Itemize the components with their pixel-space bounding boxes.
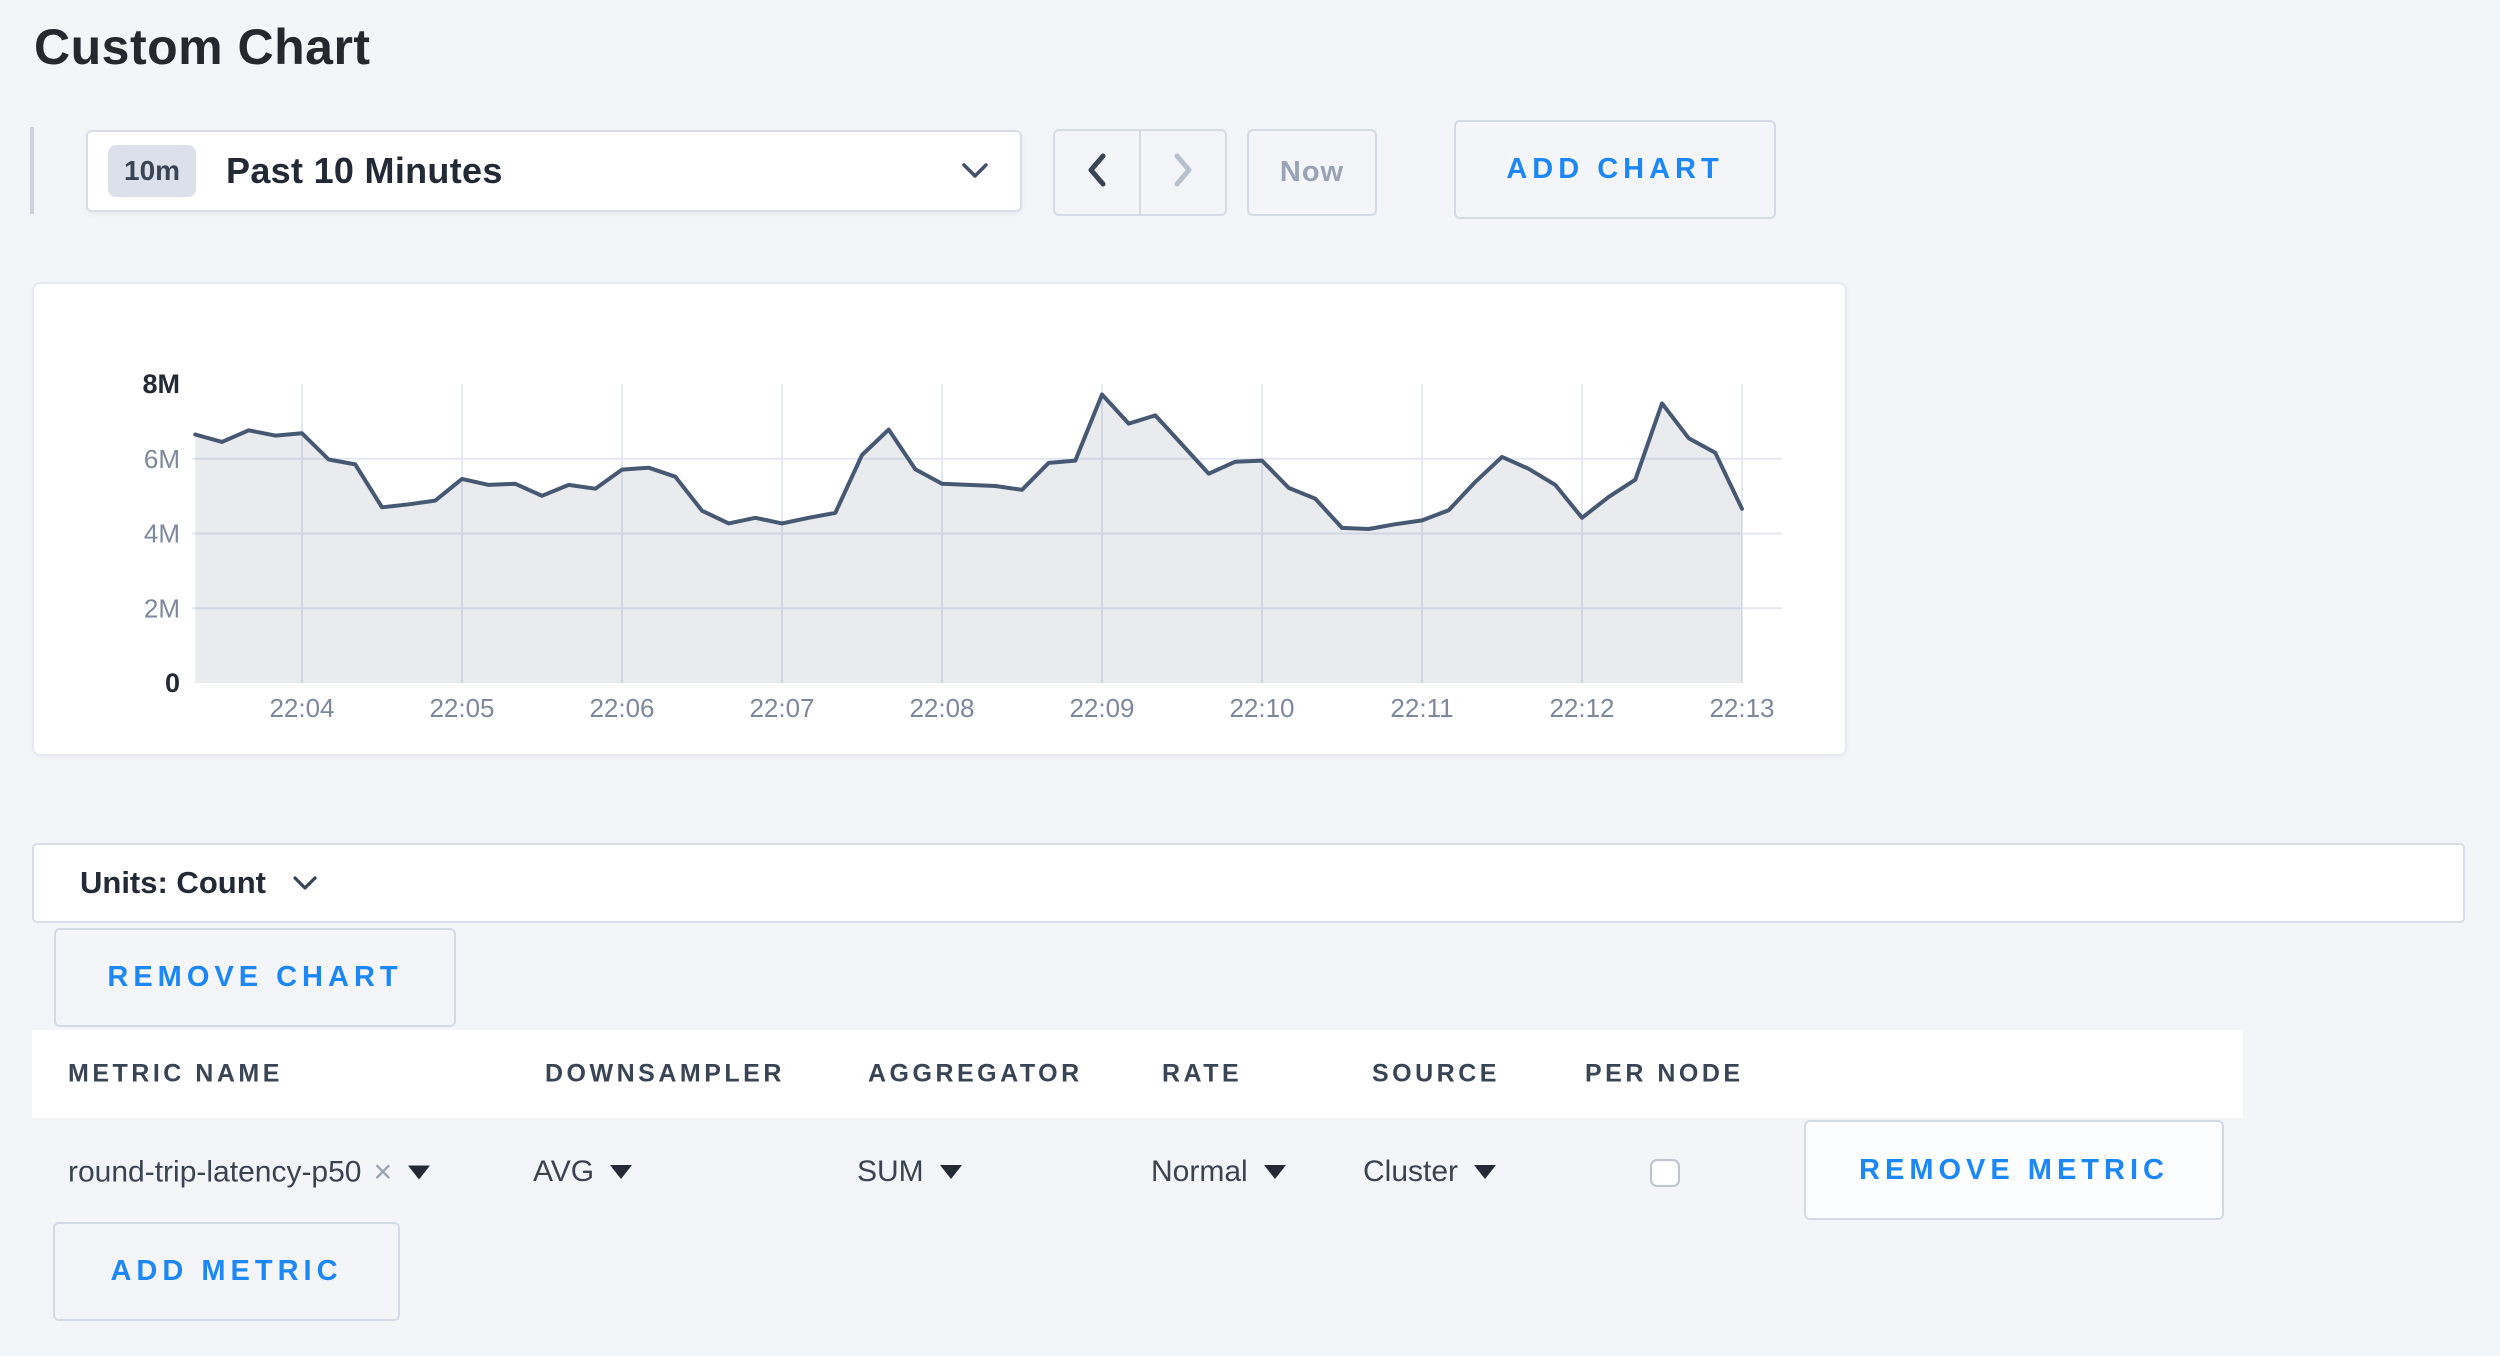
chart-group-accent-bar [30, 127, 34, 214]
svg-text:22:09: 22:09 [1069, 693, 1134, 723]
rate-value: Normal [1151, 1155, 1248, 1189]
svg-text:22:10: 22:10 [1229, 693, 1294, 723]
chevron-down-icon [960, 161, 990, 181]
svg-text:22:08: 22:08 [909, 693, 974, 723]
svg-text:22:12: 22:12 [1549, 693, 1614, 723]
chevron-right-icon [1169, 151, 1197, 194]
area-chart: 22:04 22:05 22:06 22:07 22:08 22:09 22:10 22:11… [34, 284, 1845, 754]
caret-down-icon [610, 1165, 632, 1179]
add-chart-button[interactable]: ADD CHART [1454, 120, 1776, 219]
time-range-badge: 10m [108, 145, 196, 197]
svg-text:4M: 4M [144, 519, 180, 549]
svg-text:2M: 2M [144, 593, 180, 623]
now-button[interactable]: Now [1247, 129, 1377, 216]
svg-text:0: 0 [165, 668, 180, 698]
svg-text:22:11: 22:11 [1390, 693, 1453, 723]
per-node-checkbox[interactable] [1650, 1159, 1680, 1187]
time-pager [1053, 129, 1227, 216]
page-title: Custom Chart [34, 18, 371, 76]
aggregator-select[interactable]: SUM [857, 1155, 962, 1189]
metric-name-value: round-trip-latency-p50 [68, 1155, 361, 1189]
column-header-rate: RATE [1162, 1060, 1242, 1089]
svg-text:22:13: 22:13 [1709, 693, 1774, 723]
svg-text:22:06: 22:06 [589, 693, 654, 723]
units-label: Units: Count [80, 865, 266, 901]
caret-down-icon [1474, 1165, 1496, 1179]
source-select[interactable]: Cluster [1363, 1155, 1496, 1189]
metric-name-select[interactable]: round-trip-latency-p50 × [68, 1154, 430, 1191]
column-header-downsampler: DOWNSAMPLER [545, 1060, 785, 1089]
remove-metric-button[interactable]: REMOVE METRIC [1804, 1120, 2224, 1220]
column-header-metric-name: METRIC NAME [68, 1060, 283, 1089]
downsampler-select[interactable]: AVG [533, 1155, 632, 1189]
column-header-per-node: PER NODE [1585, 1060, 1744, 1089]
next-range-button[interactable] [1139, 131, 1225, 214]
caret-down-icon [940, 1165, 962, 1179]
svg-text:6M: 6M [144, 444, 180, 474]
time-range-label: Past 10 Minutes [226, 150, 503, 192]
clear-metric-icon[interactable]: × [373, 1154, 392, 1191]
downsampler-value: AVG [533, 1155, 594, 1189]
svg-text:22:04: 22:04 [269, 693, 334, 723]
svg-text:22:07: 22:07 [749, 693, 814, 723]
custom-chart-page: Custom Chart 10m Past 10 Minutes Now ADD… [0, 0, 2500, 1356]
units-dropdown[interactable]: Units: Count [32, 843, 2465, 923]
chevron-down-icon [292, 875, 318, 892]
metrics-table-header: METRIC NAME DOWNSAMPLER AGGREGATOR RATE … [32, 1030, 2243, 1118]
rate-select[interactable]: Normal [1151, 1155, 1286, 1189]
time-range-dropdown[interactable]: 10m Past 10 Minutes [86, 130, 1022, 212]
prev-range-button[interactable] [1055, 131, 1139, 214]
svg-text:22:05: 22:05 [429, 693, 494, 723]
svg-text:8M: 8M [142, 369, 180, 399]
source-value: Cluster [1363, 1155, 1458, 1189]
remove-chart-button[interactable]: REMOVE CHART [54, 928, 456, 1027]
chevron-left-icon [1083, 151, 1111, 194]
column-header-source: SOURCE [1372, 1060, 1500, 1089]
column-header-aggregator: AGGREGATOR [868, 1060, 1083, 1089]
caret-down-icon [408, 1165, 430, 1179]
aggregator-value: SUM [857, 1155, 924, 1189]
caret-down-icon [1264, 1165, 1286, 1179]
add-metric-button[interactable]: ADD METRIC [53, 1222, 400, 1321]
metric-chart-card[interactable]: 22:04 22:05 22:06 22:07 22:08 22:09 22:10 22:11… [32, 282, 1847, 756]
